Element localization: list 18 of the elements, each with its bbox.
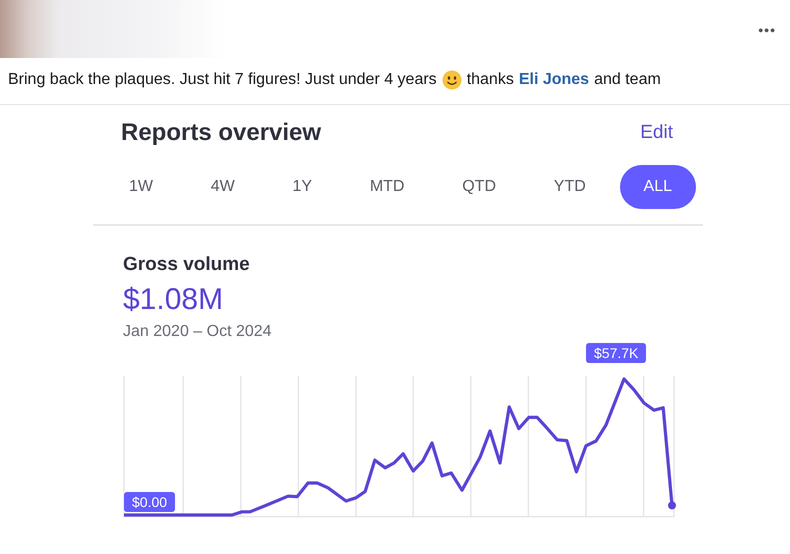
period-tab[interactable]: 4W — [186, 165, 259, 209]
min-value-label: $0.00 — [124, 492, 176, 512]
period-tab[interactable]: MTD — [346, 165, 428, 209]
max-value-label: $57.7K — [586, 343, 646, 363]
post-text: Bring back the plaques. Just hit 7 figures! Just under 4 years thanks Eli Jones and team — [8, 70, 662, 90]
mention-link[interactable]: Eli Jones — [518, 71, 590, 89]
metric-value: $1.08M — [123, 283, 224, 317]
period-tab[interactable]: 1W — [105, 165, 177, 209]
period-tab[interactable]: ALL — [620, 165, 696, 209]
period-tab[interactable]: 1Y — [268, 165, 336, 209]
metric-label: Gross volume — [123, 254, 251, 276]
period-tab[interactable]: YTD — [530, 165, 610, 209]
edit-link[interactable]: Edit — [640, 122, 673, 144]
date-range: Jan 2020 – Oct 2024 — [123, 323, 273, 341]
period-tab[interactable]: QTD — [438, 165, 520, 209]
smiley-icon — [442, 70, 462, 90]
report-title: Reports overview — [121, 119, 322, 147]
more-options-menu[interactable]: ••• — [758, 22, 776, 38]
